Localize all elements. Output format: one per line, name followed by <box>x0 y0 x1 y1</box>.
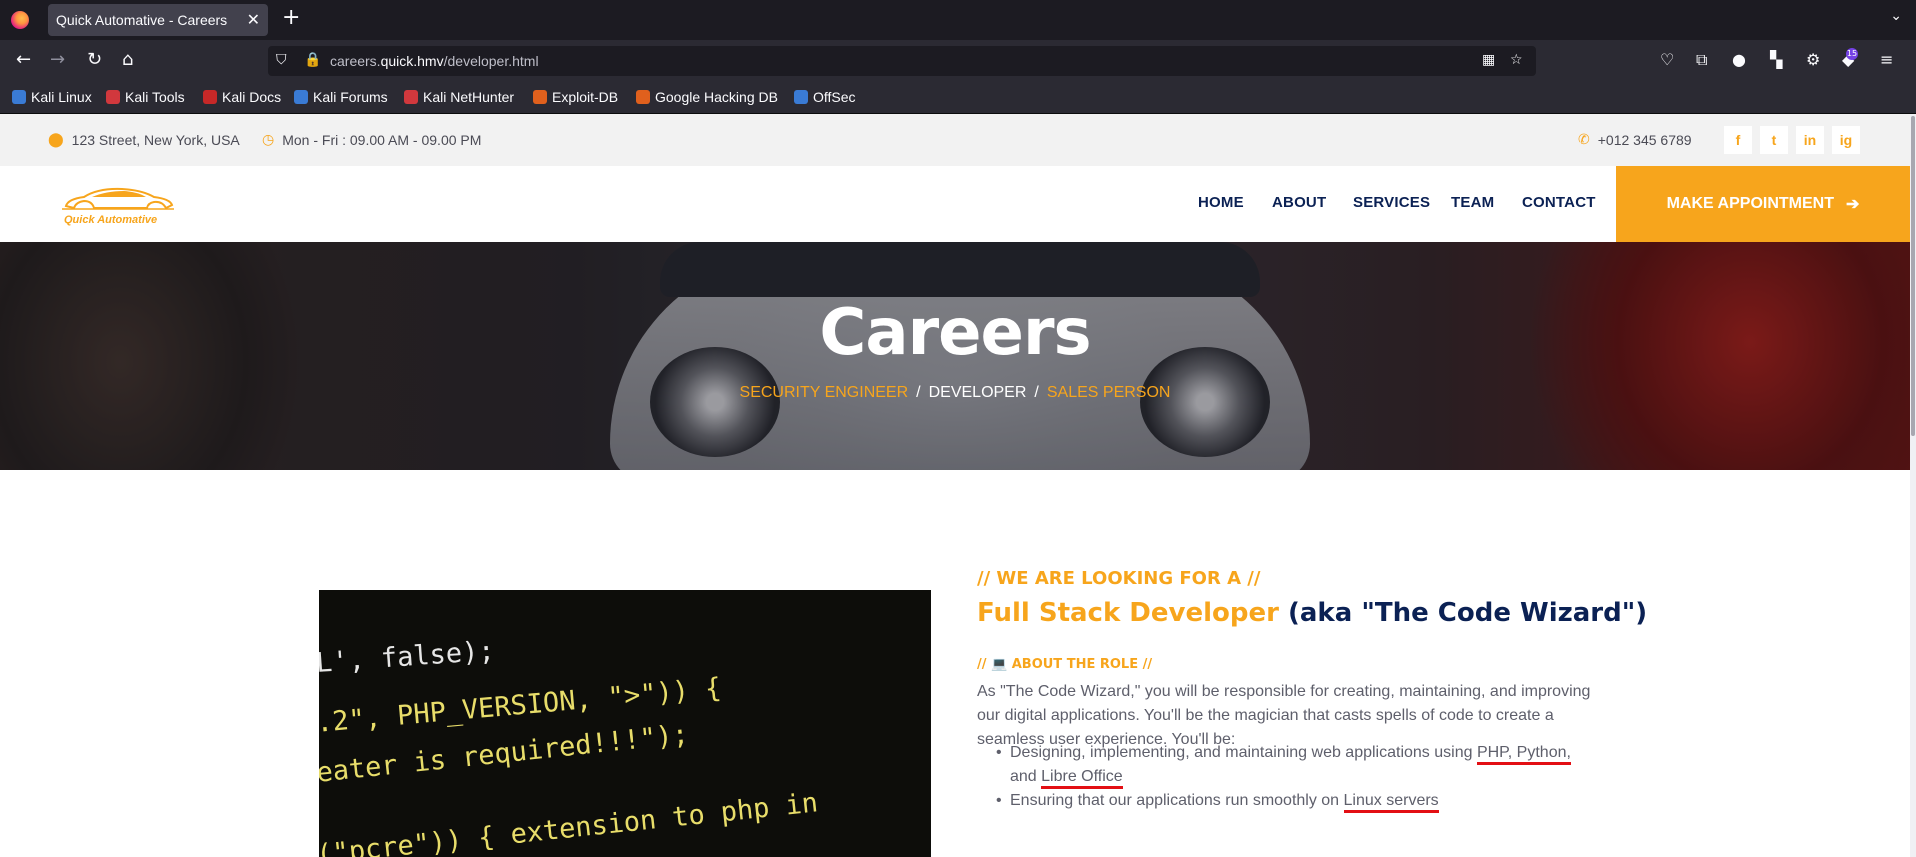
ghdb-icon <box>636 90 650 104</box>
extension-badge: 15 <box>1846 48 1858 60</box>
tab-list-chevron-icon[interactable]: ⌄ <box>1890 8 1902 24</box>
car-logo-icon[interactable] <box>62 186 174 212</box>
list-item: Ensuring that our applications run smoot… <box>996 789 1610 813</box>
logo-text[interactable]: Quick Automative <box>64 214 157 226</box>
bookmark-exploit-db[interactable]: Exploit-DB <box>533 89 618 105</box>
nav-about[interactable]: ABOUT <box>1272 194 1326 211</box>
browser-nav-bar: ← → ↻ ⌂ ⛉ 🔒 careers.quick.hmv/developer.… <box>0 40 1916 82</box>
role-kicker: // 💻 ABOUT THE ROLE // <box>977 657 1153 672</box>
tech-libre-office: Libre Office <box>1041 768 1123 789</box>
code-screenshot-image: L', false); .2", PHP_VERSION, ">")) { ea… <box>319 590 931 857</box>
url-text[interactable]: careers.quick.hmv/developer.html <box>330 53 539 69</box>
phone-icon: ✆ <box>1578 131 1590 147</box>
page-scrollbar-thumb[interactable] <box>1911 116 1915 436</box>
pocket-icon[interactable]: ♡ <box>1660 50 1674 69</box>
bookmark-kali-tools[interactable]: Kali Tools <box>106 89 185 105</box>
bookmark-google-hacking-db[interactable]: Google Hacking DB <box>636 89 778 105</box>
container-icon[interactable]: ● <box>1732 50 1746 69</box>
home-icon[interactable]: ⌂ <box>122 49 133 70</box>
browser-tab-bar: Quick Automative - Careers ✕ + ⌄ <box>0 0 1916 40</box>
extensions-puzzle-icon[interactable]: ⧉ <box>1696 50 1707 70</box>
bookmark-kali-nethunter[interactable]: Kali NetHunter <box>404 89 514 105</box>
nav-services[interactable]: SERVICES <box>1353 194 1430 211</box>
breadcrumb-sales-person[interactable]: SALES PERSON <box>1047 384 1171 401</box>
reload-icon[interactable]: ↻ <box>87 49 102 70</box>
kali-dragon-icon <box>12 90 26 104</box>
bookmark-kali-forums[interactable]: Kali Forums <box>294 89 388 105</box>
settings-gear-icon[interactable]: ⚙ <box>1806 50 1820 69</box>
arrow-right-icon: ➔ <box>1846 196 1860 213</box>
address-info: ⬤ 123 Street, New York, USA <box>48 131 240 148</box>
phone-info: ✆ +012 345 6789 <box>1578 131 1692 148</box>
bookmark-offsec[interactable]: OffSec <box>794 89 856 105</box>
job-title-highlight: Full Stack Developer <box>977 598 1279 628</box>
kali-forums-icon <box>294 90 308 104</box>
bookmarks-toolbar: Kali Linux Kali Tools Kali Docs Kali For… <box>0 82 1916 114</box>
tab-active[interactable]: Quick Automative - Careers ✕ <box>48 4 268 36</box>
breadcrumb: SECURITY ENGINEER / DEVELOPER / SALES PERSON <box>739 384 1171 401</box>
grid-icon[interactable]: ▚ <box>1770 50 1782 69</box>
instagram-icon[interactable]: ig <box>1832 126 1860 154</box>
job-title-rest: (aka "The Code Wizard") <box>1278 598 1648 628</box>
new-tab-icon[interactable]: + <box>282 5 300 30</box>
make-appointment-button[interactable]: MAKE APPOINTMENT ➔ <box>1616 166 1910 242</box>
page-title: Careers <box>819 296 1091 370</box>
kali-tools-icon <box>106 90 120 104</box>
twitter-icon[interactable]: t <box>1760 126 1788 154</box>
job-title: Full Stack Developer (aka "The Code Wiza… <box>977 598 1647 628</box>
nav-home[interactable]: HOME <box>1198 194 1244 211</box>
breadcrumb-developer: DEVELOPER <box>928 384 1027 401</box>
lock-icon[interactable]: 🔒 <box>304 52 321 68</box>
code-line-1: L', false); <box>319 635 496 679</box>
linkedin-icon[interactable]: in <box>1796 126 1824 154</box>
tech-php-python: PHP, Python, <box>1476 744 1571 765</box>
shield-icon[interactable]: ⛉ <box>276 52 287 68</box>
url-bar[interactable]: ⛉ 🔒 careers.quick.hmv/developer.html ▦ ☆ <box>268 46 1536 76</box>
hero-banner: Careers SECURITY ENGINEER / DEVELOPER / SALE… <box>0 242 1910 470</box>
nav-team[interactable]: TEAM <box>1451 194 1494 211</box>
map-marker-icon: ⬤ <box>48 131 64 147</box>
breadcrumb-security-engineer[interactable]: SECURITY ENGINEER <box>740 384 909 401</box>
firefox-logo-icon <box>11 11 29 29</box>
facebook-icon[interactable]: f <box>1724 126 1752 154</box>
code-line-4: ("pcre")) { extension to php in <box>319 787 820 857</box>
role-bullet-list: Designing, implementing, and maintaining… <box>996 741 1610 813</box>
nav-contact[interactable]: CONTACT <box>1522 194 1596 211</box>
bookmark-star-icon[interactable]: ☆ <box>1510 52 1523 68</box>
tab-close-icon[interactable]: ✕ <box>247 10 260 29</box>
hours-info: ◷ Mon - Fri : 09.00 AM - 09.00 PM <box>262 131 482 148</box>
web-page: ⬤ 123 Street, New York, USA ◷ Mon - Fri : … <box>0 114 1910 857</box>
bookmark-kali-linux[interactable]: Kali Linux <box>12 89 92 105</box>
bookmark-kali-docs[interactable]: Kali Docs <box>203 89 281 105</box>
info-topbar: ⬤ 123 Street, New York, USA ◷ Mon - Fri : … <box>0 114 1910 166</box>
list-item: Designing, implementing, and maintaining… <box>996 741 1610 789</box>
menu-hamburger-icon[interactable]: ≡ <box>1880 50 1893 69</box>
forward-icon[interactable]: → <box>50 49 65 70</box>
qr-code-icon[interactable]: ▦ <box>1482 52 1495 68</box>
tab-title: Quick Automative - Careers <box>56 12 228 28</box>
clock-icon: ◷ <box>262 131 275 147</box>
kali-docs-icon <box>203 90 217 104</box>
exploit-db-icon <box>533 90 547 104</box>
site-header: Quick Automative HOME ABOUT SERVICES TEA… <box>0 166 1910 242</box>
offsec-icon <box>794 90 808 104</box>
job-kicker: // WE ARE LOOKING FOR A // <box>977 568 1261 589</box>
nethunter-icon <box>404 90 418 104</box>
back-icon[interactable]: ← <box>16 49 31 70</box>
tech-linux-servers: Linux servers <box>1343 792 1439 813</box>
